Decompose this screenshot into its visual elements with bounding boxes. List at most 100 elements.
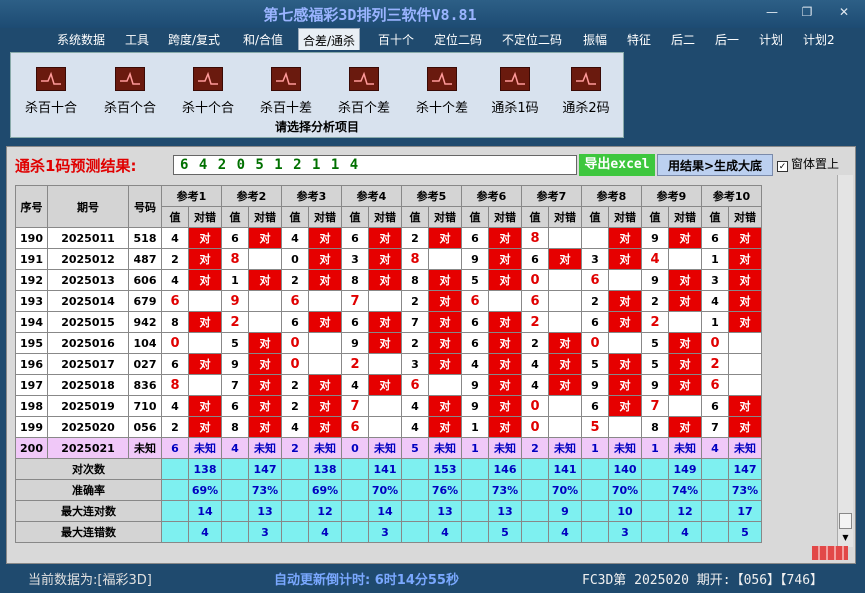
col-header-ref[interactable]: 参考5 xyxy=(401,185,462,207)
stat-value: 14 xyxy=(188,500,222,522)
ref-result-cell: 对 xyxy=(188,248,222,270)
kill-hundreds-tens-diff-button[interactable]: 杀百十差 xyxy=(251,67,321,116)
col-header-ref[interactable]: 参考4 xyxy=(341,185,402,207)
ref-result-cell: 对 xyxy=(608,227,642,249)
ref-result-cell: 对 xyxy=(728,227,762,249)
ref-value-cell: 6 xyxy=(161,353,189,375)
table-row[interactable]: 199 2025020 056 2 对 8 对 4 对 6 4 对 1 对 0 5 8 对 7 对 xyxy=(15,416,762,438)
table-row[interactable]: 191 2025012 487 2 对 8 0 对 3 对 8 9 对 6 对 3 对 4 1 对 xyxy=(15,248,762,270)
col-header-ref[interactable]: 参考6 xyxy=(461,185,522,207)
row-issue: 2025020 xyxy=(47,416,129,438)
menu-item-last-one[interactable]: 后一 xyxy=(715,31,739,48)
ref-result-cell: 对 xyxy=(248,332,282,354)
table-row[interactable]: 198 2025019 710 4 对 6 对 2 对 7 4 对 9 对 0 6 对 7 6 对 xyxy=(15,395,762,417)
menu-item-last-two[interactable]: 后二 xyxy=(671,31,695,48)
ref-value-cell: 6 xyxy=(461,290,489,312)
menu-item-combo-kill[interactable]: 合差/通杀 xyxy=(298,28,361,50)
col-header-ref[interactable]: 参考9 xyxy=(641,185,702,207)
menu-item-feature[interactable]: 特征 xyxy=(627,31,651,48)
ref-value-cell: 8 xyxy=(401,269,429,291)
scrollbar-thumb[interactable] xyxy=(839,513,852,529)
ref-value-cell: 2 xyxy=(641,290,669,312)
ref-value-cell: 8 xyxy=(341,269,369,291)
ref-value-cell: 2 xyxy=(341,353,369,375)
export-excel-button[interactable]: 导出excel xyxy=(579,154,655,176)
future-value-cell: 4 xyxy=(701,437,729,459)
stat-value: 3 xyxy=(608,521,642,543)
scroll-down-arrow-icon[interactable]: ▼ xyxy=(839,531,852,545)
ref-result-cell: 对 xyxy=(248,353,282,375)
stat-value: 141 xyxy=(368,458,402,480)
kill-hundreds-units-sum-button[interactable]: 杀百个合 xyxy=(95,67,165,116)
ref-result-cell xyxy=(368,395,402,417)
menu-item-unfixed-two[interactable]: 不定位二码 xyxy=(502,31,562,48)
kill-hundreds-units-diff-button[interactable]: 杀百个差 xyxy=(329,67,399,116)
table-row[interactable]: 195 2025016 104 0 5 对 0 9 对 2 对 6 对 2 对 0 5 对 0 xyxy=(15,332,762,354)
close-button[interactable]: ✕ xyxy=(834,5,854,19)
menu-item-system-data[interactable]: 系统数据 xyxy=(57,31,105,48)
restore-button[interactable]: ❐ xyxy=(797,5,817,19)
ref-value-cell: 4 xyxy=(521,374,549,396)
vertical-scrollbar[interactable]: ▼ xyxy=(837,175,853,547)
stat-spacer xyxy=(221,458,249,480)
window-topmost-checkbox[interactable]: ✓ 窗体置上 xyxy=(777,155,839,172)
menu-item-tools[interactable]: 工具 xyxy=(125,31,149,48)
menu-item-amplitude[interactable]: 振幅 xyxy=(583,31,607,48)
subheader-value: 值 xyxy=(401,206,429,228)
future-row[interactable]: 200 2025021 未知 6 未知 4 未知 2 未知 0 未知 5 未知 1 未知 2 未知 1 未知 1 未知 4… xyxy=(15,437,762,459)
table-row[interactable]: 190 2025011 518 4 对 6 对 4 对 6 对 2 对 6 对 8 对 9 对 6 对 xyxy=(15,227,762,249)
ref-value-cell: 9 xyxy=(581,374,609,396)
ref-result-cell: 对 xyxy=(308,374,342,396)
col-header-ref[interactable]: 参考10 xyxy=(701,185,762,207)
col-header-ref[interactable]: 参考3 xyxy=(281,185,342,207)
stat-spacer xyxy=(161,521,189,543)
stat-value: 70% xyxy=(368,479,402,501)
menu-item-fixed-two[interactable]: 定位二码 xyxy=(434,31,482,48)
stat-spacer xyxy=(341,458,369,480)
ref-value-cell: 9 xyxy=(221,353,249,375)
ref-result-cell xyxy=(668,248,702,270)
stat-spacer xyxy=(161,458,189,480)
ref-result-cell: 对 xyxy=(368,374,402,396)
col-header-ref[interactable]: 参考7 xyxy=(521,185,582,207)
stat-spacer xyxy=(341,500,369,522)
menu-item-plan2[interactable]: 计划2 xyxy=(803,31,835,48)
row-issue: 2025018 xyxy=(47,374,129,396)
ref-value-cell: 2 xyxy=(641,311,669,333)
kill-tens-units-diff-button[interactable]: 杀十个差 xyxy=(407,67,477,116)
prediction-result-field[interactable]: 6 4 2 0 5 1 2 1 1 4 xyxy=(173,155,577,175)
table-row[interactable]: 194 2025015 942 8 对 2 6 对 6 对 7 对 6 对 2 6 对 2 1 对 xyxy=(15,311,762,333)
ref-result-cell xyxy=(548,395,582,417)
ref-result-cell: 对 xyxy=(488,311,522,333)
row-number: 487 xyxy=(128,248,162,270)
col-header-ref[interactable]: 参考1 xyxy=(161,185,222,207)
row-number: 679 xyxy=(128,290,162,312)
kill-tens-units-sum-button[interactable]: 杀十个合 xyxy=(173,67,243,116)
minimize-button[interactable]: — xyxy=(762,5,782,19)
menu-item-plan[interactable]: 计划 xyxy=(759,31,783,48)
subheader-result: 对错 xyxy=(608,206,642,228)
generate-base-button[interactable]: 用结果>生成大底 xyxy=(657,154,773,176)
row-issue: 2025019 xyxy=(47,395,129,417)
stat-value: 73% xyxy=(488,479,522,501)
ref-value-cell: 7 xyxy=(701,416,729,438)
table-row[interactable]: 197 2025018 836 8 7 对 2 对 4 对 6 9 对 4 对 9 对 9 对 6 xyxy=(15,374,762,396)
table-row[interactable]: 196 2025017 027 6 对 9 对 0 2 3 对 4 对 4 对 5 对 5 对 2 xyxy=(15,353,762,375)
chart-icon xyxy=(349,67,379,91)
menu-item-digits[interactable]: 百十个 xyxy=(378,31,414,48)
table-row[interactable]: 192 2025013 606 4 对 1 对 2 对 8 对 8 对 5 对 0 6 9 对 3 对 xyxy=(15,269,762,291)
menu-item-span[interactable]: 跨度/复式 xyxy=(168,31,220,48)
col-header-ref[interactable]: 参考8 xyxy=(581,185,642,207)
table-row[interactable]: 193 2025014 679 6 9 6 7 2 对 6 6 2 对 2 对 4 对 xyxy=(15,290,762,312)
kill-hundreds-tens-sum-button[interactable]: 杀百十合 xyxy=(16,67,86,116)
ref-result-cell: 对 xyxy=(608,311,642,333)
future-unknown-cell: 未知 xyxy=(368,437,402,459)
col-header-ref[interactable]: 参考2 xyxy=(221,185,282,207)
ref-value-cell: 7 xyxy=(401,311,429,333)
ref-value-cell: 5 xyxy=(461,269,489,291)
kill-two-code-button[interactable]: 通杀2码 xyxy=(551,67,621,116)
menu-item-sum[interactable]: 和/合值 xyxy=(243,31,283,48)
ref-result-cell: 对 xyxy=(668,416,702,438)
kill-one-code-button[interactable]: 通杀1码 xyxy=(480,67,550,116)
stat-spacer xyxy=(461,479,489,501)
